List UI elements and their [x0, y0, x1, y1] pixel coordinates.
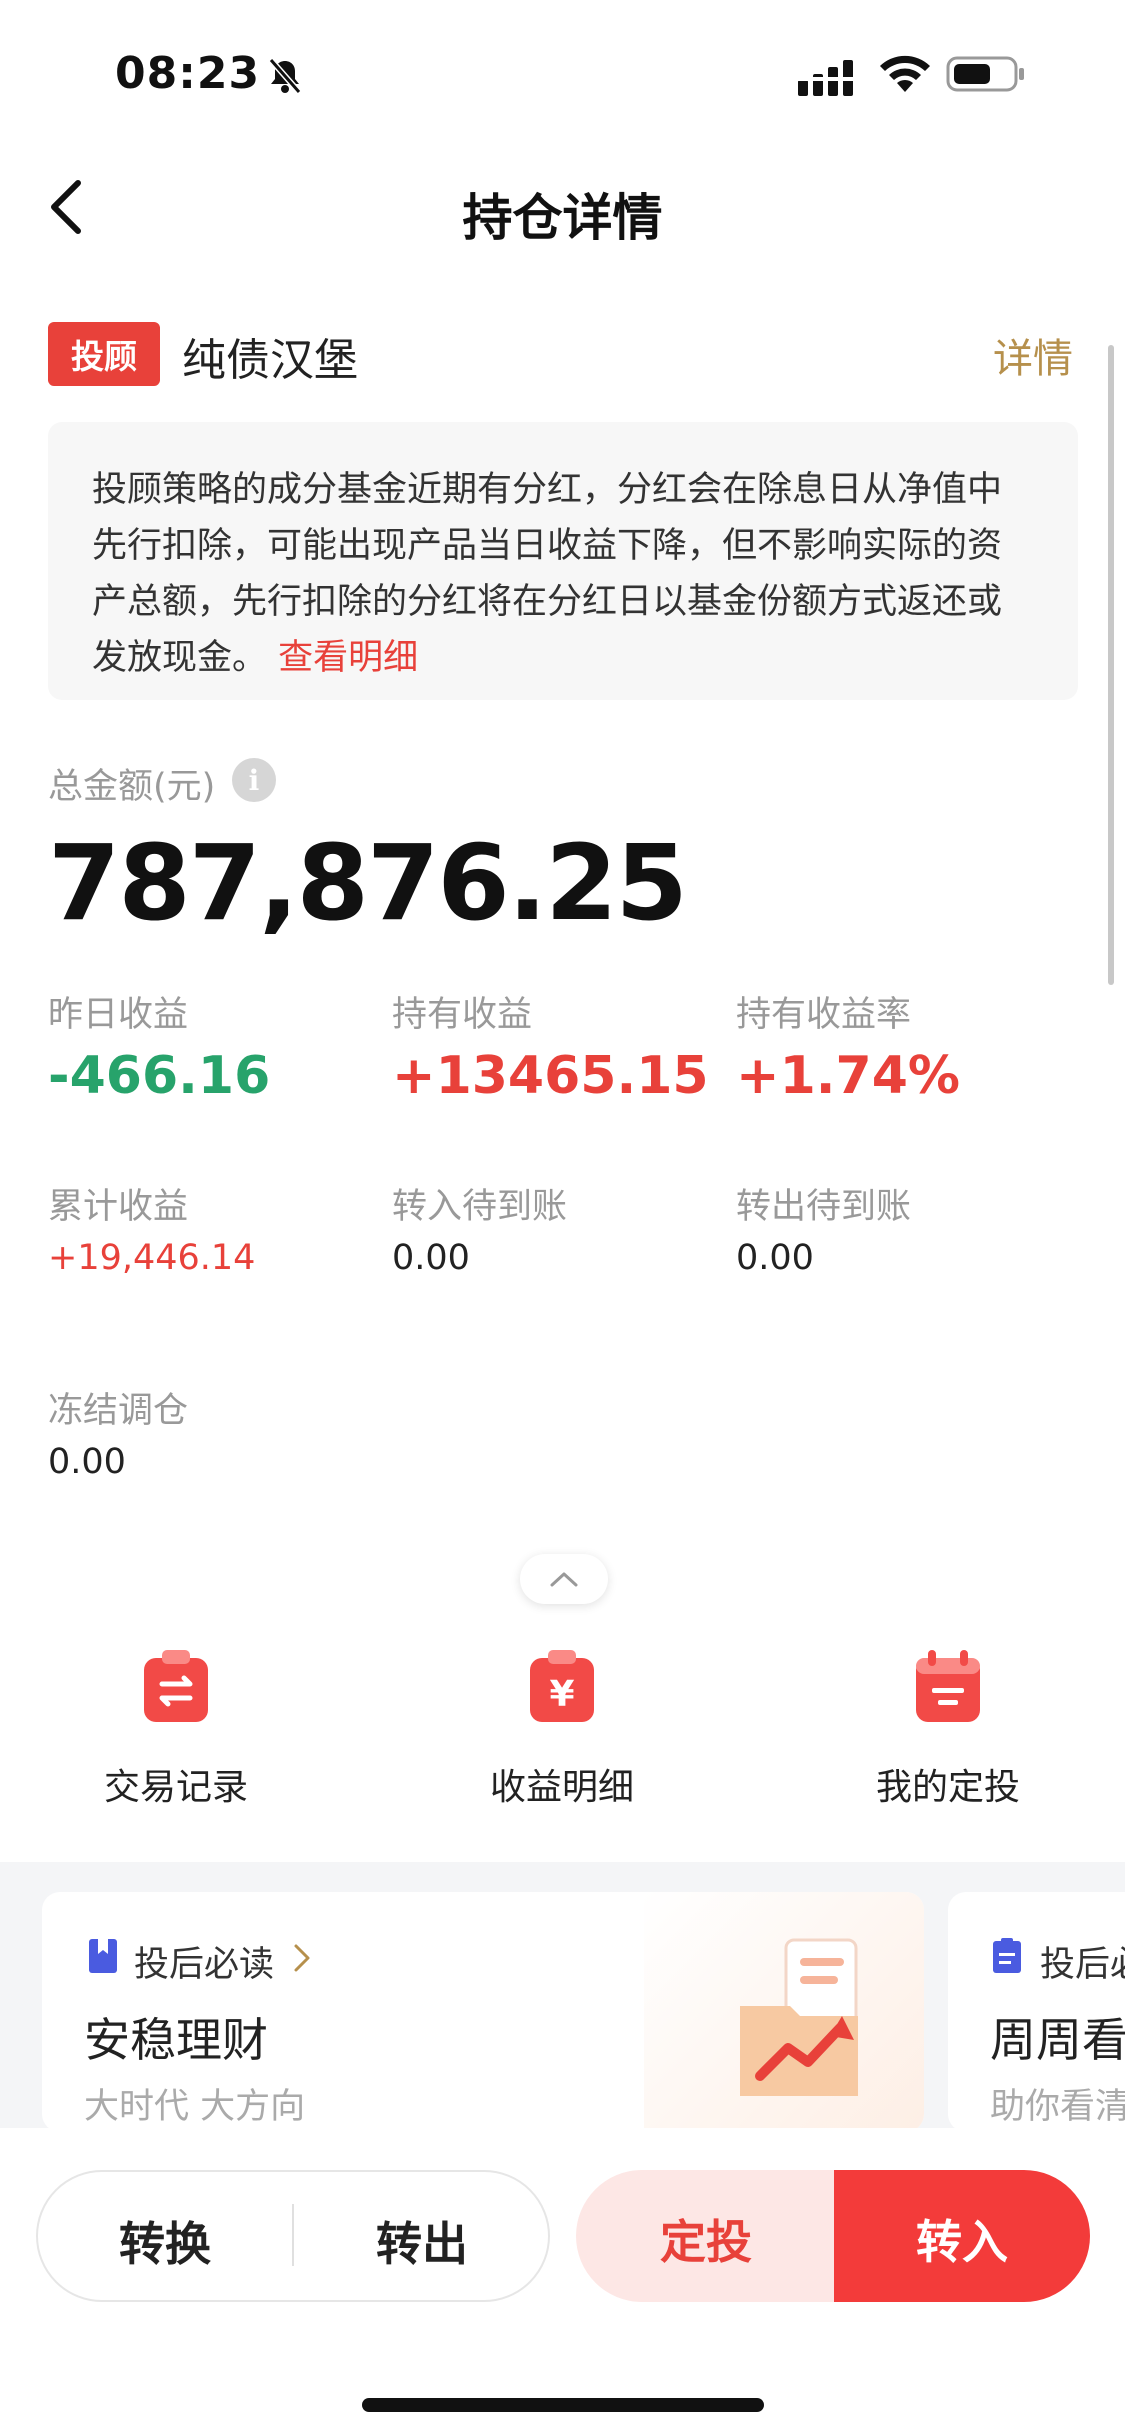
shortcut-label: 收益明细 [489, 1767, 634, 1808]
holding-earnings-value: +13465.15 [392, 1046, 709, 1106]
frozen-rebalance-label: 冻结调仓 [48, 1391, 189, 1431]
transfer-in-pending-value: 0.00 [392, 1238, 470, 1278]
signal-icon [798, 60, 856, 96]
document-chart-icon [740, 1938, 858, 2096]
transfer-in-label: 转入 [916, 2215, 1008, 2269]
chevron-right-icon [294, 1944, 310, 1972]
collapse-toggle[interactable] [520, 1554, 608, 1604]
cumulative-earnings-value: +19,446.14 [48, 1238, 256, 1278]
bookmark-icon [89, 1939, 117, 1973]
total-amount-value: 787,876.25 [48, 822, 688, 944]
yesterday-earnings-label: 昨日收益 [48, 995, 189, 1035]
calendar-icon [916, 1650, 980, 1722]
shortcut-label: 交易记录 [103, 1767, 248, 1808]
auto-invest-button[interactable]: 定投 [576, 2170, 836, 2302]
holding-earnings-label: 持有收益 [392, 995, 533, 1035]
yen-clipboard-icon: ¥ [530, 1650, 594, 1722]
dividend-notice: 投顾策略的成分基金近期有分红，分红会在除息日从净值中先行扣除，可能出现产品当日收… [48, 422, 1078, 700]
shortcut-label: 我的定投 [875, 1767, 1020, 1808]
holding-rate-value: +1.74% [736, 1046, 960, 1106]
bell-mute-icon [268, 58, 302, 94]
detail-link[interactable]: 详情 [993, 326, 1073, 384]
card-title: 安稳理财 [84, 2013, 268, 2067]
card-subtitle: 助你看清 [990, 2087, 1125, 2127]
svg-text:¥: ¥ [549, 1674, 574, 1715]
home-indicator[interactable] [362, 2398, 764, 2412]
exchange-clipboard-icon [144, 1650, 208, 1722]
scrollbar[interactable] [1108, 345, 1114, 985]
shortcut-transaction-records[interactable]: 交易记录 [46, 1648, 306, 1810]
shortcut-my-auto-invest[interactable]: 我的定投 [818, 1648, 1078, 1810]
total-amount-label: 总金额(元) [48, 767, 216, 807]
notice-text: 投顾策略的成分基金近期有分红，分红会在除息日从净值中先行扣除，可能出现产品当日收… [92, 470, 1003, 678]
notepad-icon [993, 1938, 1021, 1973]
battery-icon [946, 56, 1024, 92]
card-kicker: 投后必 [1040, 1945, 1125, 1985]
status-time: 08:23 [115, 48, 261, 99]
convert-button[interactable]: 转换 [36, 2208, 294, 2274]
advisor-tag: 投顾 [48, 322, 160, 386]
holding-rate-label: 持有收益率 [736, 995, 912, 1035]
transfer-in-button[interactable]: 转入 [834, 2170, 1090, 2302]
info-icon[interactable]: i [232, 758, 276, 802]
card-kicker: 投后必读 [134, 1945, 275, 1985]
info-card[interactable]: 投后必读 安稳理财 大时代 大方向 [42, 1892, 924, 2132]
transfer-out-pending-label: 转出待到账 [736, 1187, 912, 1227]
auto-invest-label: 定投 [660, 2215, 752, 2269]
transfer-in-pending-label: 转入待到账 [392, 1187, 568, 1227]
chevron-up-icon [550, 1572, 578, 1587]
view-details-link[interactable]: 查看明细 [278, 638, 418, 678]
card-title: 周周看 [990, 2013, 1125, 2067]
transfer-out-button[interactable]: 转出 [294, 2208, 550, 2274]
product-name: 纯债汉堡 [182, 335, 358, 386]
page-title: 持仓详情 [462, 189, 663, 247]
card-subtitle: 大时代 大方向 [84, 2087, 306, 2127]
shortcut-earnings-details[interactable]: ¥ 收益明细 [432, 1648, 692, 1810]
wifi-icon [880, 55, 930, 92]
cumulative-earnings-label: 累计收益 [48, 1187, 189, 1227]
yesterday-earnings-value: -466.16 [48, 1046, 271, 1106]
transfer-out-pending-value: 0.00 [736, 1238, 814, 1278]
info-card[interactable]: 投后必 周周看 助你看清 [948, 1892, 1125, 2132]
frozen-rebalance-value: 0.00 [48, 1442, 126, 1482]
